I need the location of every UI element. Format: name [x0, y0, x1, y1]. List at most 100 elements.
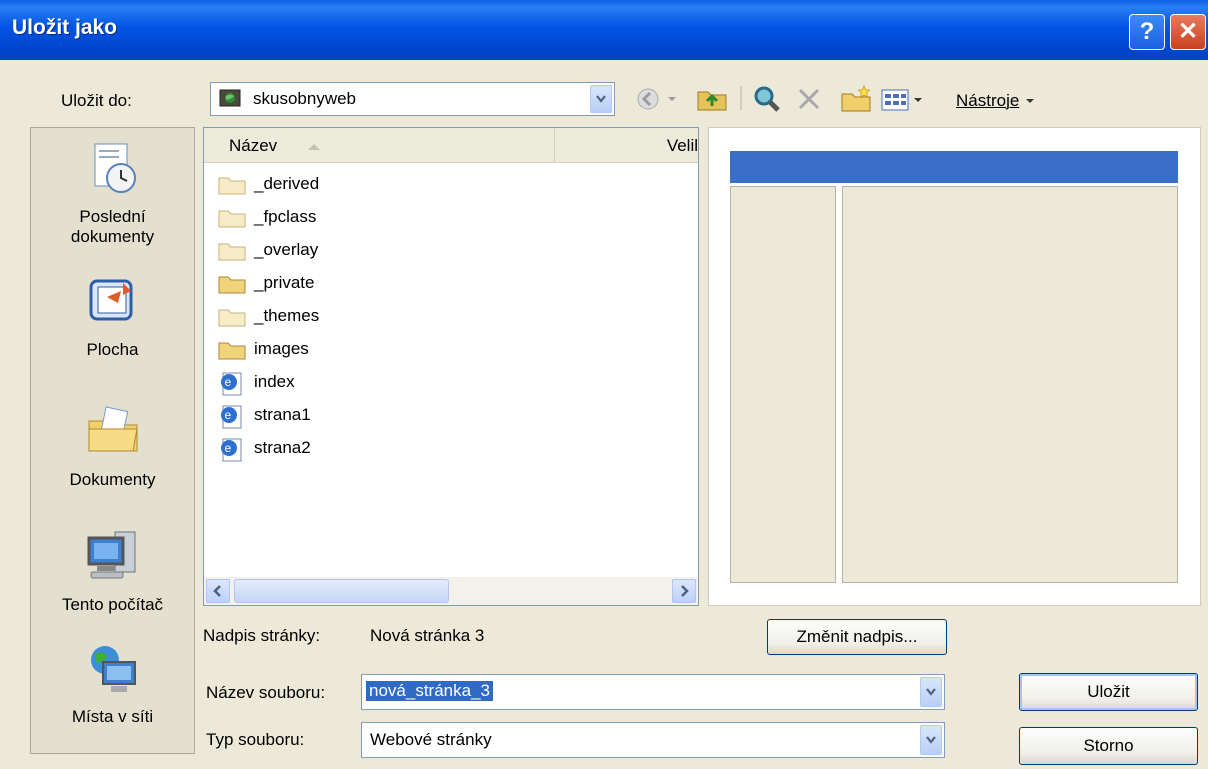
column-size-label: Velil [666, 136, 698, 155]
html-page-icon: e [221, 405, 242, 429]
file-list[interactable]: Název Velil _derived _fpclass _overlay _… [203, 127, 699, 606]
close-button[interactable]: ✕ [1170, 14, 1206, 50]
views-icon[interactable] [880, 88, 924, 117]
scroll-thumb[interactable] [234, 579, 449, 603]
my-computer-icon [31, 528, 194, 589]
chevron-down-icon [1026, 99, 1035, 103]
chevron-right-icon [681, 585, 689, 597]
page-title-value: Nová stránka 3 [370, 626, 485, 645]
file-name: _fpclass [254, 207, 317, 226]
save-button-label: Uložit [1087, 682, 1130, 701]
list-item[interactable]: _overlay [217, 238, 318, 266]
file-name: _private [254, 273, 315, 292]
window-title: Uložit jako [12, 16, 118, 39]
filetype-combo[interactable]: Webové stránky [361, 722, 945, 758]
places-item-label: Dokumenty [69, 470, 156, 489]
cancel-button[interactable]: Storno [1019, 727, 1198, 765]
desktop-icon [31, 273, 194, 334]
sort-ascending-icon [308, 144, 320, 150]
list-item[interactable]: _derived [217, 172, 319, 200]
filetype-label: Typ souboru: [206, 730, 305, 749]
places-item-network[interactable]: Místa v síti [31, 640, 194, 727]
chevron-down-icon[interactable] [590, 85, 612, 113]
folder-icon [218, 210, 246, 228]
my-documents-icon [31, 403, 194, 464]
search-web-icon[interactable] [752, 84, 782, 119]
html-page-icon: e [221, 372, 242, 396]
file-name: strana1 [254, 405, 311, 424]
places-item-computer[interactable]: Tento počítač [31, 528, 194, 615]
tools-menu-label: Nástroje [956, 91, 1020, 110]
list-item[interactable]: _fpclass [217, 205, 316, 233]
tools-menu[interactable]: Nástroje [956, 91, 1036, 111]
change-title-button[interactable]: Změnit nadpis... [767, 619, 947, 655]
places-item-recent[interactable]: Poslední dokumenty [31, 140, 194, 247]
network-places-icon [31, 640, 194, 701]
save-in-label: Uložit do: [61, 91, 132, 110]
list-item[interactable]: images [217, 337, 309, 365]
html-page-icon: e [221, 438, 242, 462]
page-title-label: Nadpis stránky: [203, 626, 321, 645]
save-in-value: skusobnyweb [253, 89, 357, 108]
folder-icon [218, 309, 246, 327]
column-size-header[interactable]: Velil [556, 128, 698, 162]
page-preview [708, 127, 1201, 606]
svg-text:e: e [225, 375, 232, 389]
delete-icon[interactable] [796, 86, 822, 117]
horizontal-scrollbar[interactable] [204, 577, 698, 605]
filename-input[interactable]: nová_stránka_3 [366, 681, 493, 701]
column-name-header[interactable]: Název [204, 128, 555, 162]
save-as-dialog: Uložit jako ? ✕ Uložit do: skusobnyweb N… [0, 0, 1208, 769]
scroll-left-button[interactable] [206, 579, 230, 603]
svg-text:e: e [225, 408, 232, 422]
folder-icon [218, 177, 246, 195]
chevron-down-icon[interactable] [920, 725, 942, 755]
preview-left-column [730, 186, 836, 583]
preview-header-band [730, 151, 1178, 183]
web-folder-icon [219, 88, 241, 113]
column-name-label: Název [229, 136, 278, 155]
places-item-label: Tento počítač [61, 595, 164, 614]
file-name: _derived [254, 174, 320, 193]
filetype-value: Webové stránky [370, 730, 492, 749]
help-button[interactable]: ? [1129, 14, 1165, 50]
cancel-button-label: Storno [1083, 736, 1134, 755]
list-item[interactable]: e index [217, 370, 295, 398]
back-icon[interactable] [636, 87, 660, 116]
recent-documents-icon [31, 140, 194, 201]
folder-icon [218, 276, 246, 294]
svg-text:e: e [225, 441, 232, 455]
chevron-down-icon[interactable] [920, 677, 942, 707]
folder-icon [218, 342, 246, 360]
places-item-desktop[interactable]: Plocha [31, 273, 194, 360]
file-name: _overlay [254, 240, 319, 259]
folder-icon [218, 243, 246, 261]
places-item-label: Poslední [79, 207, 146, 226]
list-item[interactable]: _themes [217, 304, 319, 332]
preview-main-column [842, 186, 1178, 583]
file-name: images [254, 339, 309, 358]
file-name: _themes [254, 306, 320, 325]
file-name: strana2 [254, 438, 311, 457]
new-folder-icon[interactable] [840, 84, 872, 119]
list-item[interactable]: e strana1 [217, 403, 311, 431]
list-item[interactable]: e strana2 [217, 436, 311, 464]
file-name: index [254, 372, 295, 391]
filename-combo[interactable]: nová_stránka_3 [361, 674, 945, 710]
up-folder-icon[interactable] [696, 84, 728, 117]
save-button[interactable]: Uložit [1019, 673, 1198, 711]
column-header: Název Velil [204, 128, 698, 163]
filename-label: Název souboru: [206, 683, 326, 702]
places-item-label: Místa v síti [71, 707, 154, 726]
dropdown-arrow-icon[interactable] [667, 88, 677, 113]
places-bar: Poslední dokumenty Plocha Dokumenty Tent… [30, 127, 195, 754]
places-item-documents[interactable]: Dokumenty [31, 403, 194, 490]
toolbar-separator [740, 84, 743, 117]
title-bar[interactable]: Uložit jako ? ✕ [0, 0, 1208, 60]
places-item-label: Plocha [86, 340, 139, 359]
save-in-combo[interactable]: skusobnyweb [210, 82, 615, 116]
change-title-button-label: Změnit nadpis... [796, 627, 918, 646]
scroll-right-button[interactable] [672, 579, 696, 603]
places-item-label: dokumenty [70, 227, 155, 246]
list-item[interactable]: _private [217, 271, 314, 299]
